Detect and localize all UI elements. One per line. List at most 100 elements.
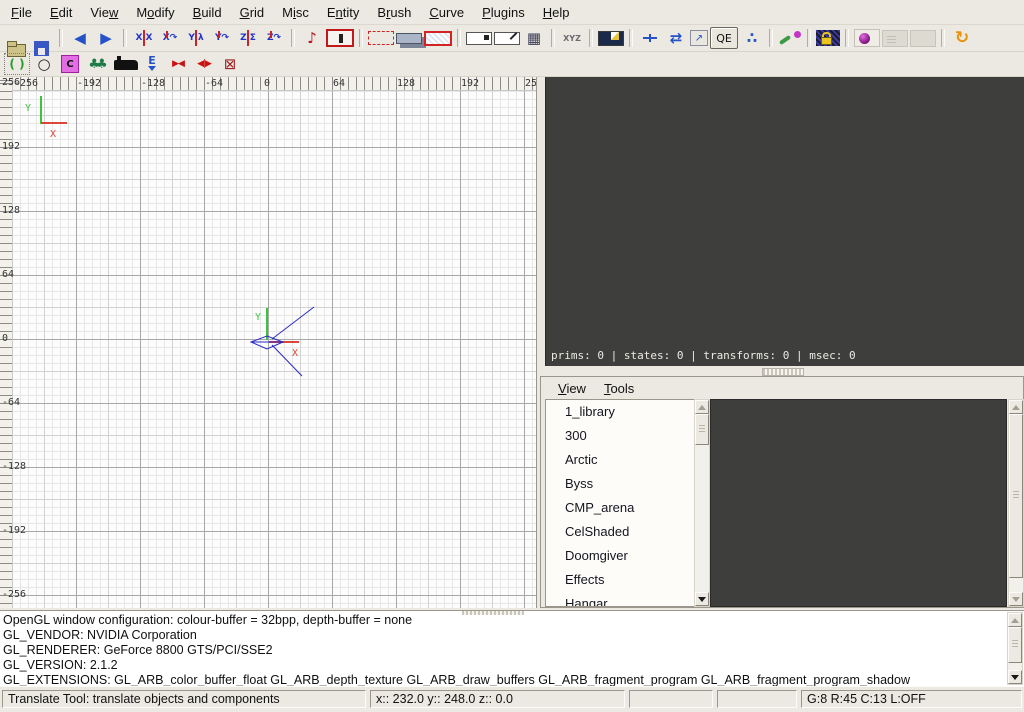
- scroll-up-button[interactable]: [695, 400, 709, 414]
- toolbar-separator: [457, 29, 461, 47]
- menu-item[interactable]: Grid: [231, 2, 274, 23]
- menu-item[interactable]: Misc: [273, 2, 318, 23]
- console-output[interactable]: OpenGL window configuration: colour-buff…: [3, 613, 1006, 686]
- z-flip-icon[interactable]: Z Σ: [236, 27, 260, 49]
- x-flip-icon[interactable]: X X: [132, 27, 156, 49]
- menu-item[interactable]: Modify: [127, 2, 183, 23]
- grid-2d-view[interactable]: -256 -192 -128 -64 0 64 128 192 256 256: [0, 77, 537, 608]
- select-inside-icon[interactable]: [424, 31, 452, 46]
- pan-view-icon[interactable]: [638, 30, 662, 46]
- menu-item[interactable]: Brush: [368, 2, 420, 23]
- freelook-icon[interactable]: [778, 30, 802, 46]
- redo-icon[interactable]: ▶: [94, 27, 118, 49]
- texture-folder-item[interactable]: Arctic: [546, 448, 694, 472]
- toolbar-separator: [291, 29, 295, 47]
- texture-folder-item[interactable]: CMP_arena: [546, 496, 694, 520]
- texture-folder-item[interactable]: Hangar: [546, 592, 694, 607]
- console-line: GL_EXTENSIONS: GL_ARB_color_buffer_float…: [3, 673, 1006, 686]
- status-bar: Translate Tool: translate objects and co…: [0, 686, 1024, 712]
- menu-item[interactable]: Build: [184, 2, 231, 23]
- cap-icon[interactable]: [326, 29, 354, 47]
- menu-item[interactable]: Plugins: [473, 2, 534, 23]
- texture-folder-list: 1_library 300 Arctic Byss CMP_arena CelS…: [545, 399, 694, 607]
- scroll-up-button[interactable]: [1008, 613, 1022, 627]
- console-panel: OpenGL window configuration: colour-buff…: [0, 610, 1024, 686]
- origin-camera-marker[interactable]: Y X: [251, 307, 314, 376]
- toolbar-separator: [629, 29, 633, 47]
- scroll-thumb[interactable]: [1008, 627, 1022, 663]
- splitter-grip[interactable]: [762, 368, 804, 376]
- entity-graph-icon[interactable]: ∴: [740, 27, 764, 49]
- folder-list-scrollbar[interactable]: [694, 399, 710, 607]
- menu-item[interactable]: Entity: [318, 2, 369, 23]
- log-window-icon: [882, 30, 908, 47]
- texture-lock-icon[interactable]: [816, 30, 840, 46]
- rotate-tool-icon[interactable]: ( ): [4, 53, 30, 75]
- menu-item[interactable]: File: [2, 2, 41, 23]
- status-cell: G:8 R:45 C:13 L:OFF: [801, 690, 1022, 708]
- texture-folder-item[interactable]: 1_library: [546, 400, 694, 424]
- texture-scrollbar[interactable]: [1008, 399, 1024, 607]
- model-preview-icon[interactable]: [854, 29, 880, 47]
- wireframe-view-icon[interactable]: [466, 32, 492, 45]
- scroll-down-button[interactable]: [695, 592, 709, 606]
- menu-item[interactable]: Help: [534, 2, 579, 23]
- undo-icon[interactable]: ◀: [68, 27, 92, 49]
- texture-preview-area[interactable]: [710, 399, 1007, 607]
- y-rotate-icon[interactable]: Y↷: [210, 27, 234, 49]
- gizmo-y-label: Y: [25, 103, 31, 114]
- camera-window-icon[interactable]: [598, 31, 624, 46]
- gizmo-x-label: X: [50, 129, 56, 140]
- menu-item[interactable]: View: [81, 2, 127, 23]
- camera-3d-view[interactable]: prims: 0 | states: 0 | transforms: 0 | m…: [545, 77, 1024, 366]
- train-path-icon[interactable]: [114, 60, 138, 70]
- scroll-thumb[interactable]: [695, 414, 709, 445]
- scroll-down-button[interactable]: [1009, 592, 1023, 606]
- extra-window-icon: [910, 30, 936, 47]
- scroll-thumb[interactable]: [1009, 414, 1023, 578]
- menu-item[interactable]: Edit: [41, 2, 81, 23]
- texture-menu-item[interactable]: View: [549, 378, 595, 399]
- arrow-up-icon: [698, 405, 706, 410]
- scroll-up-button[interactable]: [1009, 400, 1023, 414]
- toolbar-separator: [123, 29, 127, 47]
- y-flip-icon[interactable]: Y λ: [184, 27, 208, 49]
- texture-folder-item[interactable]: CelShaded: [546, 520, 694, 544]
- link-diverge-icon[interactable]: ◀|▶: [192, 53, 216, 75]
- qe-layout-button[interactable]: QE: [710, 27, 738, 49]
- arrow-down-icon: [698, 597, 706, 602]
- clipper-icon[interactable]: ♪: [300, 27, 324, 49]
- drop-entity-icon[interactable]: E: [140, 53, 164, 75]
- csg-merge-icon[interactable]: [396, 33, 422, 44]
- status-cell: [717, 690, 797, 708]
- camera-texture-splitter[interactable]: [545, 366, 1024, 376]
- texture-folder-item[interactable]: Doomgiver: [546, 544, 694, 568]
- toolbar-separator: [845, 29, 849, 47]
- link-converge-icon[interactable]: ▶◀: [166, 53, 190, 75]
- toolbar-separator: [589, 29, 593, 47]
- texture-browser-body: 1_library 300 Arctic Byss CMP_arena CelS…: [541, 399, 1023, 607]
- texture-folder-item[interactable]: Byss: [546, 472, 694, 496]
- texture-folder-item[interactable]: Effects: [546, 568, 694, 592]
- menu-item[interactable]: Curve: [420, 2, 473, 23]
- scale-tool-icon[interactable]: ○: [32, 53, 56, 75]
- origin-y-label: Y: [255, 312, 261, 323]
- status-cell: Translate Tool: translate objects and co…: [2, 690, 366, 708]
- recycle-icon[interactable]: C: [61, 55, 79, 73]
- scroll-down-button[interactable]: [1008, 670, 1022, 684]
- textured-view-icon[interactable]: ▦: [522, 27, 546, 49]
- select-touching-icon[interactable]: [368, 31, 394, 45]
- exclude-icon[interactable]: ⊠: [218, 53, 242, 75]
- texture-menu-item[interactable]: Tools: [595, 378, 643, 399]
- reload-icon[interactable]: ↻: [950, 27, 974, 49]
- console-scrollbar[interactable]: [1007, 612, 1023, 685]
- resize-views-icon[interactable]: ↗: [690, 30, 708, 46]
- swap-views-icon[interactable]: ⇄: [664, 27, 688, 49]
- z-rotate-icon[interactable]: Z↷: [262, 27, 286, 49]
- x-rotate-icon[interactable]: X↷: [158, 27, 182, 49]
- texture-folder-item[interactable]: 300: [546, 424, 694, 448]
- foliage-icon[interactable]: ♣♣: [84, 53, 112, 75]
- console-line: GL_RENDERER: GeForce 8800 GTS/PCI/SSE2: [3, 643, 1006, 658]
- cycle-views-icon[interactable]: XYZ: [560, 27, 584, 49]
- flatshade-view-icon[interactable]: [494, 32, 520, 45]
